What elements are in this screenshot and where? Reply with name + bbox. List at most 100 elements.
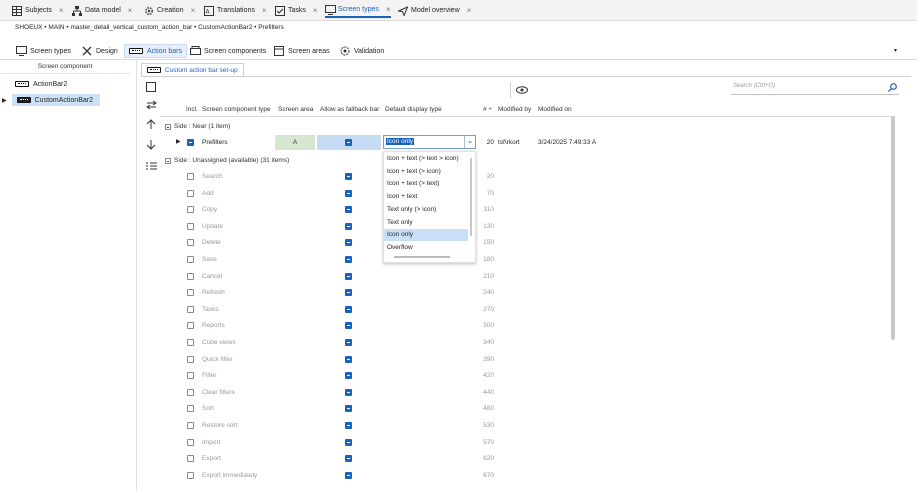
area-cell[interactable]: A <box>275 135 315 150</box>
search-input[interactable]: Search (Ctrl+O) <box>731 83 899 95</box>
fallback-checkbox[interactable] <box>345 173 352 180</box>
expand-arrow-icon[interactable]: ▶ <box>2 97 7 104</box>
tab-custom-action-bar-setup[interactable]: Custom action bar set-up <box>141 63 244 76</box>
fallback-checkbox[interactable] <box>345 455 352 463</box>
fallback-checkbox[interactable] <box>345 239 352 247</box>
tab-screen-types[interactable]: Screen types × <box>325 3 391 18</box>
fallback-checkbox[interactable] <box>345 139 352 146</box>
tab-tasks[interactable]: Tasks × <box>275 3 318 18</box>
tab-data-model[interactable]: Data model × <box>72 3 132 18</box>
expand-arrow-icon[interactable]: ▶ <box>176 138 181 145</box>
fallback-checkbox[interactable] <box>345 405 352 413</box>
dropdown-option[interactable]: Icon + text (> text) <box>384 178 468 190</box>
incl-checkbox[interactable] <box>187 339 194 346</box>
fallback-checkbox[interactable] <box>345 222 352 230</box>
fallback-checkbox[interactable] <box>345 339 352 346</box>
fallback-checkbox[interactable] <box>345 355 352 363</box>
col-fallback[interactable]: Allow as fallback bar <box>320 106 379 113</box>
fallback-checkbox[interactable] <box>345 256 352 263</box>
fallback-checkbox[interactable] <box>345 289 352 297</box>
col-display-type[interactable]: Default display type <box>385 106 442 113</box>
group-header-unassigned[interactable]: Side : Unassigned (available) (31 items) <box>165 157 289 164</box>
fallback-checkbox[interactable] <box>345 322 352 330</box>
close-icon[interactable]: × <box>467 6 472 15</box>
collapse-icon[interactable] <box>165 123 171 130</box>
tab-action-bars[interactable]: Action bars <box>124 44 188 58</box>
incl-checkbox[interactable] <box>187 222 194 230</box>
chevron-down-icon[interactable]: ▾ <box>894 47 897 54</box>
incl-checkbox[interactable] <box>187 272 194 280</box>
incl-checkbox[interactable] <box>187 139 194 146</box>
incl-checkbox[interactable] <box>187 289 194 297</box>
tab-screen-types-sub[interactable]: Screen types <box>16 44 71 58</box>
incl-checkbox[interactable] <box>187 322 194 330</box>
collapse-icon[interactable] <box>165 157 171 164</box>
dropdown-option[interactable]: Icon + text <box>384 191 468 203</box>
fallback-checkbox[interactable] <box>345 422 352 429</box>
new-item-icon[interactable] <box>144 82 158 95</box>
dropdown-option[interactable]: Text only <box>384 217 468 229</box>
incl-checkbox[interactable] <box>187 438 194 446</box>
tab-validation[interactable]: Validation <box>340 44 384 58</box>
list-icon[interactable] <box>144 162 158 175</box>
close-icon[interactable]: × <box>386 5 391 14</box>
incl-checkbox[interactable] <box>187 471 194 479</box>
dropdown-option[interactable]: Icon + text (> icon) <box>384 166 468 178</box>
close-icon[interactable]: × <box>128 6 133 15</box>
tab-screen-areas[interactable]: Screen areas <box>274 44 330 58</box>
move-up-icon[interactable] <box>144 119 158 132</box>
close-icon[interactable]: × <box>262 6 267 15</box>
incl-checkbox[interactable] <box>187 405 194 413</box>
content-tab-label: Custom action bar set-up <box>165 66 238 74</box>
incl-checkbox[interactable] <box>187 372 194 380</box>
close-icon[interactable]: × <box>313 6 318 15</box>
incl-checkbox[interactable] <box>187 388 194 396</box>
incl-checkbox[interactable] <box>187 256 194 263</box>
incl-checkbox[interactable] <box>187 305 194 313</box>
fallback-checkbox[interactable] <box>345 438 352 446</box>
dropdown-option[interactable]: Text only (> icon) <box>384 204 468 216</box>
incl-checkbox[interactable] <box>187 355 194 363</box>
dropdown-option[interactable]: Icon only <box>384 229 468 242</box>
fallback-checkbox[interactable] <box>345 471 352 479</box>
eye-icon[interactable] <box>516 86 528 96</box>
vertical-scrollbar[interactable] <box>891 116 895 340</box>
move-down-icon[interactable] <box>144 140 158 153</box>
col-modified-by[interactable]: Modified by <box>498 106 531 113</box>
close-icon[interactable]: × <box>190 6 195 15</box>
incl-checkbox[interactable] <box>187 189 194 197</box>
incl-checkbox[interactable] <box>187 206 194 214</box>
col-component-type[interactable]: Screen component type <box>202 106 271 113</box>
tab-design[interactable]: Design <box>82 44 118 58</box>
col-incl[interactable]: Incl. <box>186 106 198 113</box>
fallback-checkbox[interactable] <box>345 206 352 214</box>
tree-item-customactionbar2[interactable]: ▶ CustomActionBar2 <box>2 94 100 106</box>
dropdown-option[interactable]: Overflow <box>384 242 468 254</box>
tab-subjects[interactable]: Subjects × <box>12 3 64 18</box>
dropdown-hscrollbar[interactable] <box>394 256 450 258</box>
group-header-near[interactable]: Side : Near (1 item) <box>165 123 230 130</box>
tab-translations[interactable]: A Translations × <box>204 3 267 18</box>
incl-checkbox[interactable] <box>187 422 194 429</box>
swap-icon[interactable] <box>144 100 158 113</box>
fallback-checkbox[interactable] <box>345 388 352 396</box>
incl-checkbox[interactable] <box>187 455 194 463</box>
col-order[interactable]: # ÷ <box>483 106 492 113</box>
tab-screen-components[interactable]: Screen components <box>190 44 266 58</box>
dropdown-scrollbar[interactable] <box>470 158 472 236</box>
col-screen-area[interactable]: Screen area <box>278 106 313 113</box>
display-type-select[interactable]: Icon only ⌄ <box>383 135 476 149</box>
close-icon[interactable]: × <box>59 6 64 15</box>
tree-item-actionbar2[interactable]: ActionBar2 <box>15 78 67 90</box>
fallback-checkbox[interactable] <box>345 372 352 380</box>
tab-model-overview[interactable]: Model overview × <box>396 3 472 18</box>
search-icon[interactable] <box>888 83 897 94</box>
dropdown-option[interactable]: Icon + text (> text > icon) <box>384 153 468 165</box>
incl-checkbox[interactable] <box>187 173 194 180</box>
col-modified-on[interactable]: Modified on <box>538 106 572 113</box>
fallback-checkbox[interactable] <box>345 305 352 313</box>
tab-creation[interactable]: Creation × <box>144 3 195 18</box>
incl-checkbox[interactable] <box>187 239 194 247</box>
fallback-checkbox[interactable] <box>345 272 352 280</box>
fallback-checkbox[interactable] <box>345 189 352 197</box>
